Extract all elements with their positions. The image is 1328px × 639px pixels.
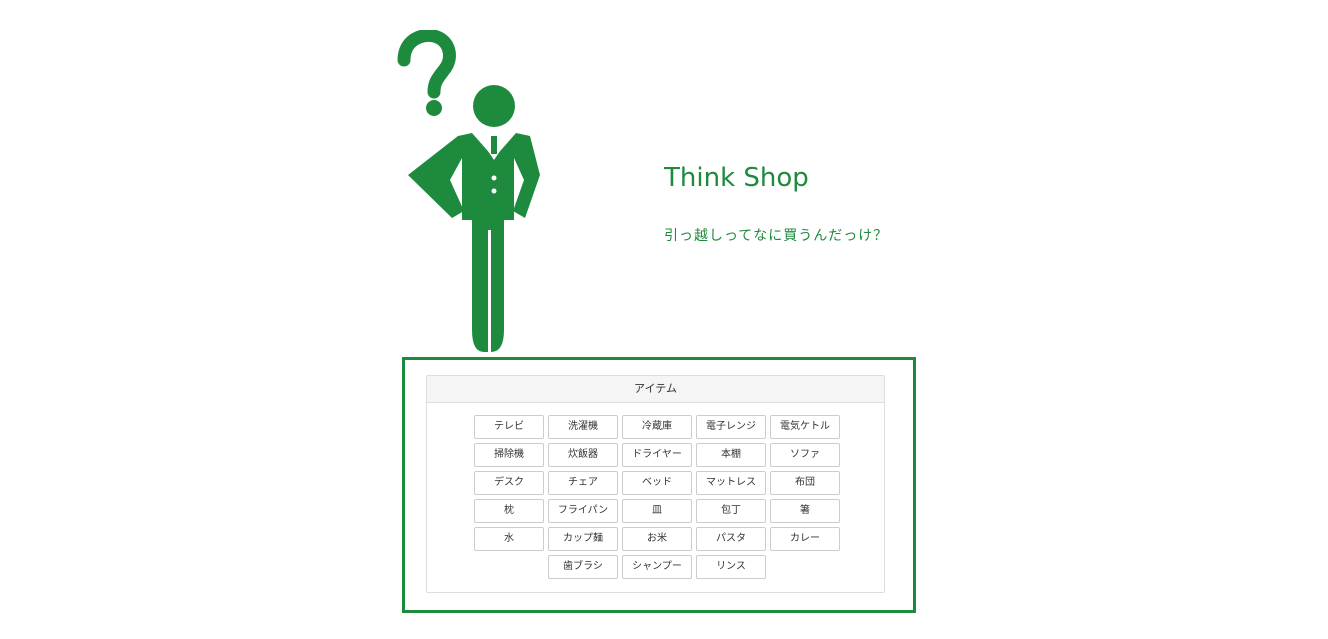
hero: Think Shop 引っ越しってなに買うんだっけ？ bbox=[664, 160, 1064, 246]
page-title: Think Shop bbox=[664, 163, 809, 193]
item-button[interactable]: マットレス bbox=[696, 471, 766, 495]
item-button[interactable]: 布団 bbox=[770, 471, 840, 495]
item-button[interactable]: 皿 bbox=[622, 499, 692, 523]
items-panel: アイテム テレビ 洗濯機 冷蔵庫 電子レンジ 電気ケトル 掃除機 炊飯器 ドライ… bbox=[426, 375, 885, 593]
item-button[interactable]: 洗濯機 bbox=[548, 415, 618, 439]
item-button[interactable]: 水 bbox=[474, 527, 544, 551]
item-button[interactable]: フライパン bbox=[548, 499, 618, 523]
item-button[interactable]: お米 bbox=[622, 527, 692, 551]
item-button[interactable]: カップ麺 bbox=[548, 527, 618, 551]
thinking-man-icon bbox=[392, 28, 552, 355]
item-button[interactable]: パスタ bbox=[696, 527, 766, 551]
item-button[interactable]: ソファ bbox=[770, 443, 840, 467]
item-button[interactable]: 箸 bbox=[770, 499, 840, 523]
item-button[interactable]: ドライヤー bbox=[622, 443, 692, 467]
item-button[interactable]: デスク bbox=[474, 471, 544, 495]
item-button[interactable]: 掃除機 bbox=[474, 443, 544, 467]
item-grid: テレビ 洗濯機 冷蔵庫 電子レンジ 電気ケトル 掃除機 炊飯器 ドライヤー 本棚… bbox=[472, 415, 842, 579]
item-button[interactable]: 炊飯器 bbox=[548, 443, 618, 467]
page: Think Shop 引っ越しってなに買うんだっけ？ アイテム テレビ 洗濯機 … bbox=[0, 0, 1328, 639]
item-button[interactable]: シャンプー bbox=[622, 555, 692, 579]
item-button[interactable]: 枕 bbox=[474, 499, 544, 523]
item-button[interactable]: ベッド bbox=[622, 471, 692, 495]
items-panel-body: テレビ 洗濯機 冷蔵庫 電子レンジ 電気ケトル 掃除機 炊飯器 ドライヤー 本棚… bbox=[427, 403, 884, 579]
item-button[interactable]: 電気ケトル bbox=[770, 415, 840, 439]
item-button[interactable]: カレー bbox=[770, 527, 840, 551]
tagline: 引っ越しってなに買うんだっけ？ bbox=[664, 228, 889, 244]
item-button[interactable]: 電子レンジ bbox=[696, 415, 766, 439]
item-button[interactable]: 冷蔵庫 bbox=[622, 415, 692, 439]
item-button[interactable]: 本棚 bbox=[696, 443, 766, 467]
item-button[interactable]: チェア bbox=[548, 471, 618, 495]
item-button[interactable]: 包丁 bbox=[696, 499, 766, 523]
item-button[interactable]: テレビ bbox=[474, 415, 544, 439]
item-button[interactable]: 歯ブラシ bbox=[548, 555, 618, 579]
items-frame: アイテム テレビ 洗濯機 冷蔵庫 電子レンジ 電気ケトル 掃除機 炊飯器 ドライ… bbox=[402, 357, 916, 613]
item-button[interactable]: リンス bbox=[696, 555, 766, 579]
items-panel-heading: アイテム bbox=[427, 376, 884, 403]
